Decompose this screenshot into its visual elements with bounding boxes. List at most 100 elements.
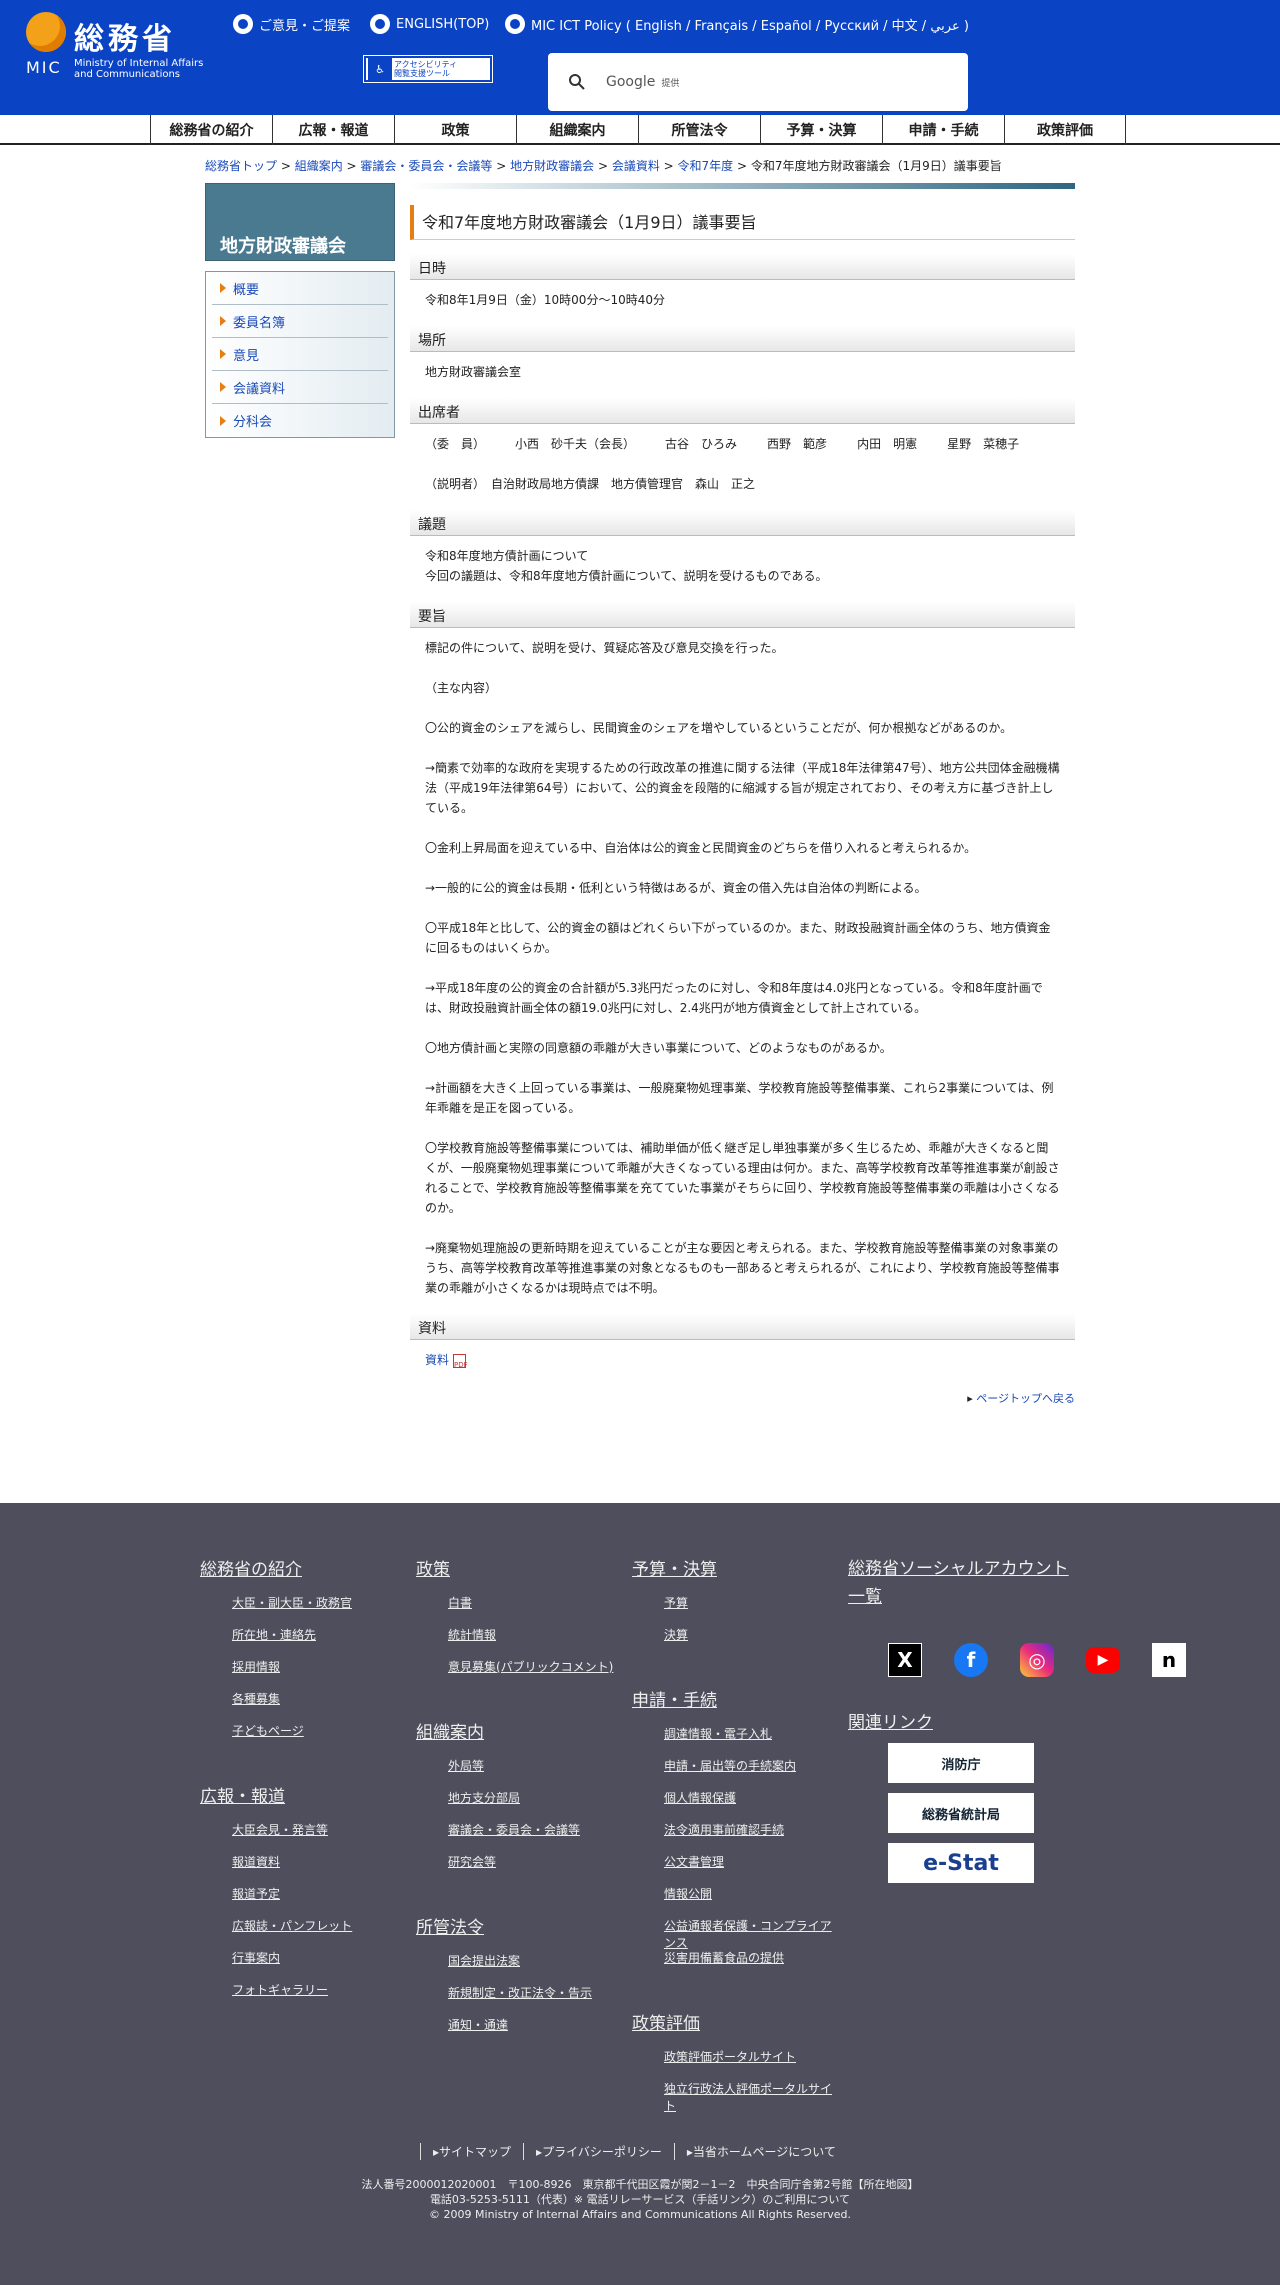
footer-link[interactable]: 審議会・委員会・会議等 — [448, 1821, 626, 1853]
footer-link[interactable]: 公文書管理 — [664, 1853, 842, 1885]
footer-link[interactable]: 採用情報 — [232, 1658, 410, 1690]
footer-link[interactable]: 新規制定・改正法令・告示 — [448, 1984, 626, 2016]
footer-link[interactable]: 予算 — [664, 1594, 842, 1626]
footer-heading-policy[interactable]: 政策 — [416, 1555, 626, 1580]
site-footer: 総務省の紹介 大臣・副大臣・政務官 所在地・連絡先 採用情報 各種募集 子どもペ… — [0, 1503, 1280, 2285]
sitemap-link[interactable]: ▸サイトマップ — [420, 2143, 523, 2160]
footer-link[interactable]: 行事案内 — [232, 1949, 410, 1981]
footer-link[interactable]: 統計情報 — [448, 1626, 626, 1658]
related-stat-bureau[interactable]: 総務省統計局 — [888, 1793, 1034, 1833]
footer-link[interactable]: 大臣・副大臣・政務官 — [232, 1594, 410, 1626]
gnav-org[interactable]: 組織案内 — [516, 115, 638, 145]
gnav-law[interactable]: 所管法令 — [638, 115, 760, 145]
note-icon[interactable]: n — [1152, 1643, 1186, 1677]
gnav-policy[interactable]: 政策 — [394, 115, 516, 145]
footer-link[interactable]: 地方支分部局 — [448, 1789, 626, 1821]
crumb-top[interactable]: 総務省トップ — [205, 159, 277, 173]
related-fdma[interactable]: 消防庁 — [888, 1743, 1034, 1783]
footer-link[interactable]: 所在地・連絡先 — [232, 1626, 410, 1658]
map-link[interactable]: 所在地図 — [863, 2178, 907, 2191]
footer-link[interactable]: 災害用備蓄食品の提供 — [664, 1949, 842, 1981]
footer-link[interactable]: 独立行政法人評価ポータルサイト — [664, 2080, 842, 2113]
access-label-2: 閲覧支援ツール — [394, 69, 450, 78]
crumb-sep: > — [277, 159, 295, 173]
footer-heading-press[interactable]: 広報・報道 — [200, 1782, 410, 1807]
crumb-councils[interactable]: 審議会・委員会・会議等 — [360, 159, 492, 173]
crumb-org[interactable]: 組織案内 — [295, 159, 343, 173]
gnav-budget[interactable]: 予算・決算 — [760, 115, 882, 145]
footer-link[interactable]: 広報誌・パンフレット — [232, 1917, 410, 1949]
pagetop-link[interactable]: ページトップへ戻る — [976, 1392, 1075, 1405]
footer-col-2: 政策 白書 統計情報 意見募集(パブリックコメント) 組織案内 外局等 地方支分… — [416, 1555, 626, 2076]
search-icon[interactable] — [568, 73, 586, 91]
footer-link[interactable]: 外局等 — [448, 1757, 626, 1789]
footer-link[interactable]: 申請・届出等の手続案内 — [664, 1757, 842, 1789]
access-label-1: アクセシビリティ — [394, 60, 458, 69]
attendees-list: （委 員） 小西 砂千夫（会長） 古谷 ひろみ 西野 範彦 内田 明憲 星野 菜穂子 — [425, 437, 1020, 451]
footer-link[interactable]: 情報公開 — [664, 1885, 842, 1917]
footer-link[interactable]: 政策評価ポータルサイト — [664, 2048, 842, 2080]
footer-link[interactable]: 国会提出法案 — [448, 1952, 626, 1984]
crumb-council[interactable]: 地方財政審議会 — [510, 159, 594, 173]
sidebar-item-materials[interactable]: 会議資料 — [212, 371, 388, 404]
crumb-sep: > — [733, 159, 751, 173]
footer-heading-apply[interactable]: 申請・手続 — [632, 1686, 842, 1711]
link-ict-policy[interactable]: MIC ICT Policy ( English / Français / Es… — [505, 14, 969, 34]
gnav-press[interactable]: 広報・報道 — [272, 115, 394, 145]
footer-link[interactable]: 通知・通達 — [448, 2016, 626, 2048]
footer-link[interactable]: 決算 — [664, 1626, 842, 1658]
facebook-icon[interactable]: f — [954, 1643, 988, 1677]
logo-text-jp: 総務省 — [74, 22, 176, 57]
gnav-eval[interactable]: 政策評価 — [1004, 115, 1126, 145]
crumb-year[interactable]: 令和7年度 — [678, 159, 734, 173]
footer-link[interactable]: 大臣会見・発言等 — [232, 1821, 410, 1853]
sidebar-item-opinions[interactable]: 意見 — [212, 338, 388, 371]
footer-link[interactable]: 意見募集(パブリックコメント) — [448, 1658, 626, 1690]
footer-heading-org[interactable]: 組織案内 — [416, 1718, 626, 1743]
footer-link[interactable]: 報道予定 — [232, 1885, 410, 1917]
summary-paragraph: →平成18年度の公的資金の合計額が5.3兆円だったのに対し、令和8年度は4.0兆… — [425, 981, 1043, 1015]
related-estat[interactable]: e-Stat — [888, 1843, 1034, 1883]
gnav-intro[interactable]: 総務省の紹介 — [150, 115, 272, 145]
footer-link[interactable]: 各種募集 — [232, 1690, 410, 1722]
x-icon[interactable]: X — [888, 1643, 922, 1677]
footer-heading-intro[interactable]: 総務省の紹介 — [200, 1555, 410, 1580]
mic-logo[interactable]: 総務省 MIC Ministry of Internal Affairs and … — [26, 12, 216, 82]
footer-link[interactable]: 子どもページ — [232, 1722, 410, 1754]
summary-paragraph: 標記の件について、説明を受け、質疑応答及び意見交換を行った。 — [425, 641, 784, 655]
footer-link[interactable]: 個人情報保護 — [664, 1789, 842, 1821]
sidebar-item-members[interactable]: 委員名簿 — [212, 305, 388, 338]
sidebar-item-subcommittee[interactable]: 分科会 — [212, 404, 388, 437]
sidebar-item-overview[interactable]: 概要 — [212, 272, 388, 305]
footer-heading-budget[interactable]: 予算・決算 — [632, 1555, 842, 1580]
footer-heading-law[interactable]: 所管法令 — [416, 1913, 626, 1938]
radio-bullet-icon — [505, 14, 525, 34]
search-box[interactable]: Google 提供 — [548, 53, 968, 111]
footer-heading-related[interactable]: 関連リンク — [848, 1708, 1058, 1733]
accessibility-tool-button[interactable]: ♿ アクセシビリティ 閲覧支援ツール — [363, 55, 493, 83]
page-title: 令和7年度地方財政審議会（1月9日）議事要旨 — [410, 205, 1075, 240]
footer-heading-eval[interactable]: 政策評価 — [632, 2009, 842, 2034]
footer-heading-social[interactable]: 総務省ソーシャルアカウント一覧 — [848, 1555, 1078, 1611]
crumb-materials[interactable]: 会議資料 — [612, 159, 660, 173]
relay-service-link[interactable]: ※ 電話リレーサービス（手話リンク）のご利用について — [574, 2193, 850, 2206]
footer-link[interactable]: 公益通報者保護・コンプライアンス — [664, 1917, 842, 1950]
material-link[interactable]: 資料 — [425, 1353, 449, 1367]
corp-address: 法人番号2000012020001 〒100-8926 東京都千代田区霞が関2－… — [361, 2178, 919, 2191]
link-feedback[interactable]: ご意見・ご提案 — [233, 14, 350, 34]
footer-link[interactable]: 報道資料 — [232, 1853, 410, 1885]
accessibility-icon: ♿ — [368, 58, 392, 80]
footer-link[interactable]: 法令適用事前確認手続 — [664, 1821, 842, 1853]
social-links: X f ◎ ▶ n — [888, 1643, 1186, 1677]
instagram-icon[interactable]: ◎ — [1020, 1643, 1054, 1677]
radio-bullet-icon — [370, 14, 390, 34]
privacy-link[interactable]: ▸プライバシーポリシー — [523, 2143, 674, 2160]
footer-link[interactable]: フォトギャラリー — [232, 1981, 410, 2013]
link-english[interactable]: ENGLISH(TOP) — [370, 14, 489, 34]
footer-link[interactable]: 白書 — [448, 1594, 626, 1626]
footer-link[interactable]: 調達情報・電子入札 — [664, 1725, 842, 1757]
footer-link[interactable]: 研究会等 — [448, 1853, 626, 1885]
about-link[interactable]: ▸当省ホームページについて — [673, 2143, 848, 2160]
youtube-icon[interactable]: ▶ — [1086, 1647, 1120, 1673]
gnav-apply[interactable]: 申請・手続 — [882, 115, 1004, 145]
